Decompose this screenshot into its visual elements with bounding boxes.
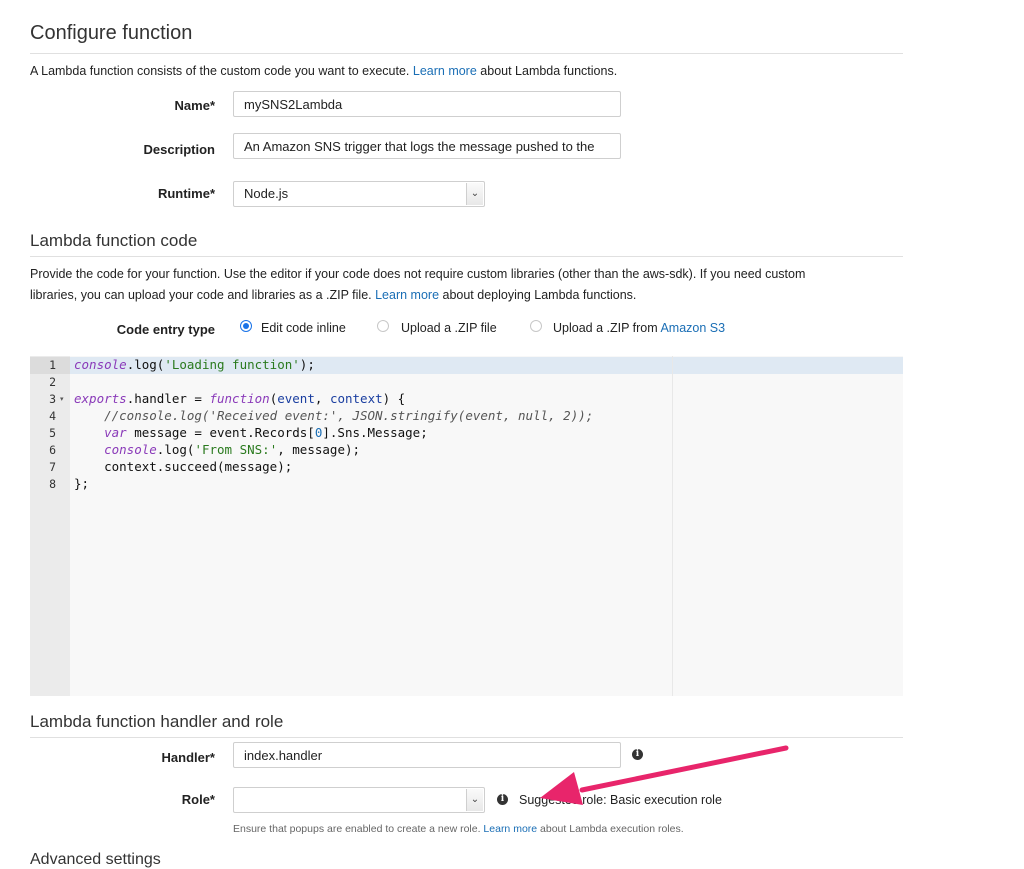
annotation-arrow [540,745,789,805]
arrow-head [540,772,583,805]
arrow-shaft [579,745,789,793]
